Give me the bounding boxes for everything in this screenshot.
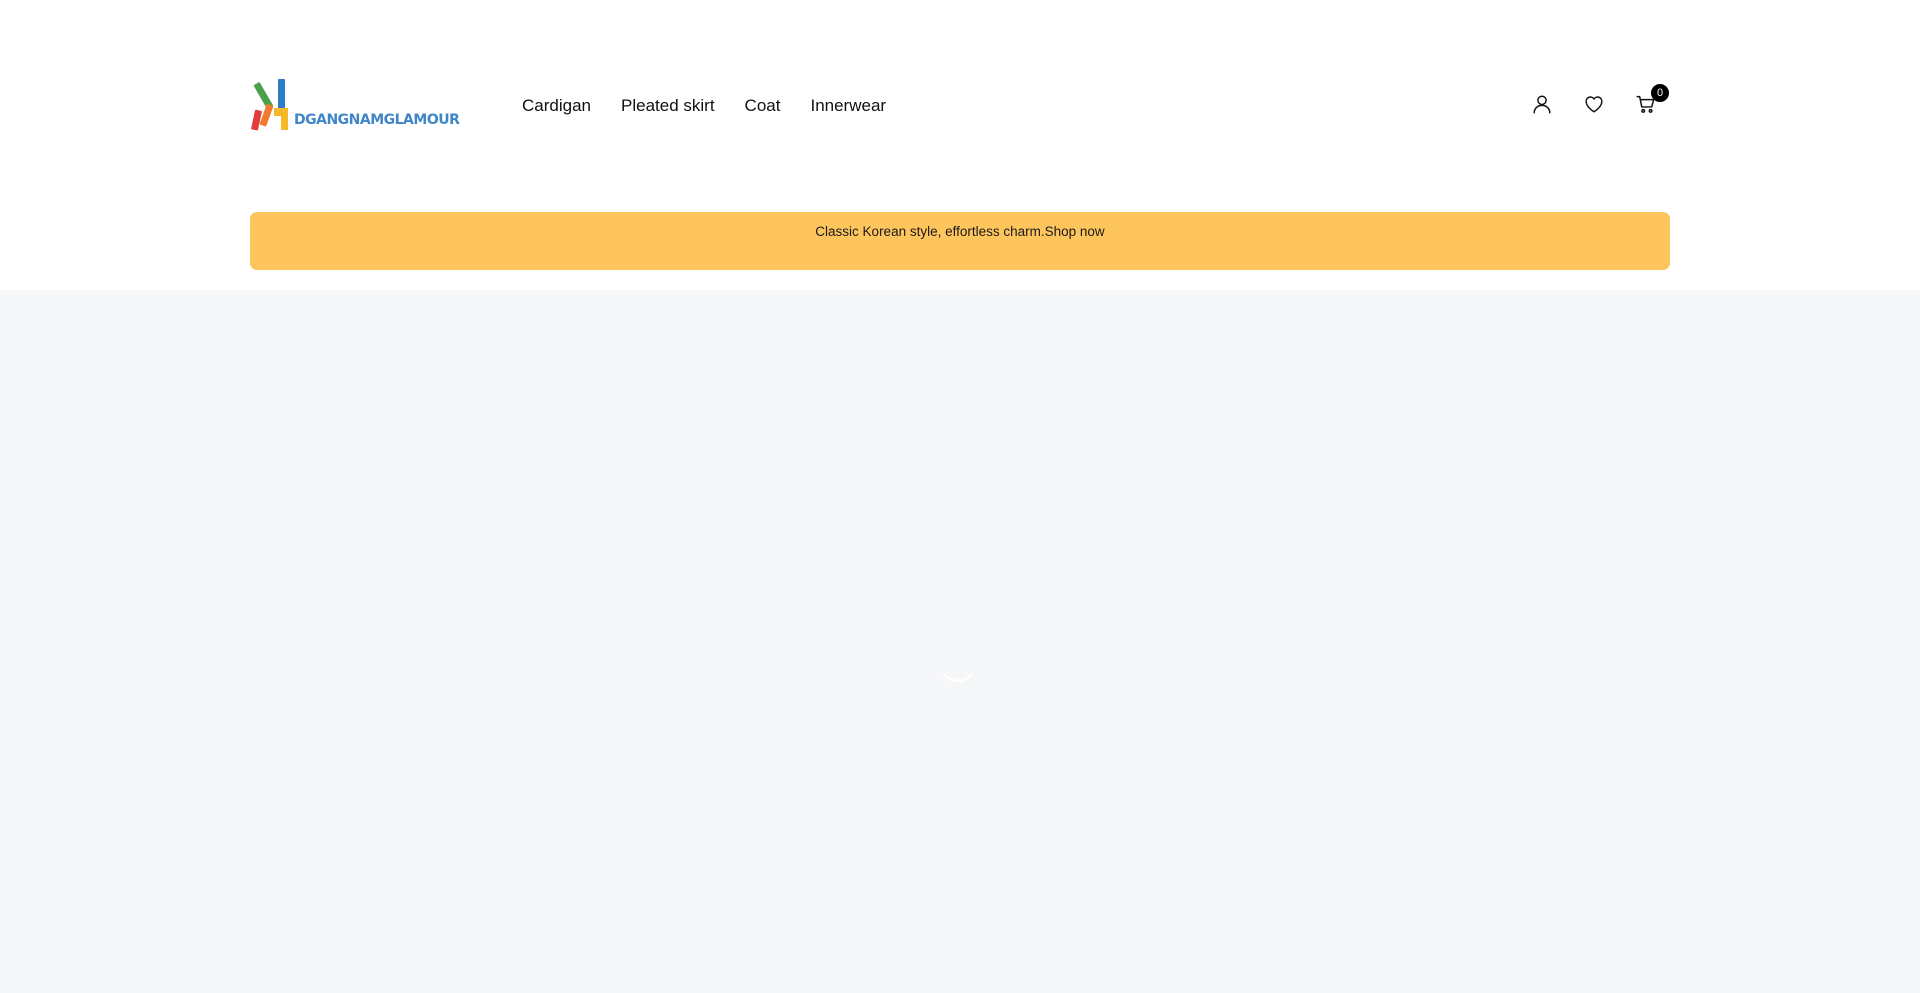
nav-item-cardigan[interactable]: Cardigan xyxy=(522,96,591,116)
account-button[interactable] xyxy=(1530,92,1554,116)
nav-item-pleated-skirt[interactable]: Pleated skirt xyxy=(621,96,715,116)
main-content xyxy=(0,290,1920,993)
user-icon xyxy=(1533,95,1551,114)
nav-item-innerwear[interactable]: Innerwear xyxy=(810,96,886,116)
logo-mark-icon xyxy=(251,79,288,131)
heart-icon xyxy=(1585,96,1603,113)
promo-banner: Classic Korean style, effortless charm.S… xyxy=(250,212,1670,270)
cart-count-badge: 0 xyxy=(1651,84,1669,102)
promo-banner-text: Classic Korean style, effortless charm. xyxy=(815,224,1045,239)
logo-wordmark: DGANGNAMGLAMOUR xyxy=(294,112,460,128)
main-nav: Cardigan Pleated skirt Coat Innerwear xyxy=(522,94,886,118)
nav-item-coat[interactable]: Coat xyxy=(745,96,781,116)
site-logo[interactable]: DGANGNAMGLAMOUR xyxy=(250,78,460,134)
loading-spinner-icon xyxy=(942,672,974,683)
header-actions: 0 xyxy=(1530,84,1669,116)
cart-button[interactable]: 0 xyxy=(1634,84,1669,116)
wishlist-button[interactable] xyxy=(1582,92,1606,116)
site-header: DGANGNAMGLAMOUR Cardigan Pleated skirt C… xyxy=(0,0,1920,290)
page: DGANGNAMGLAMOUR Cardigan Pleated skirt C… xyxy=(0,0,1920,993)
shop-now-link[interactable]: Shop now xyxy=(1045,224,1105,239)
